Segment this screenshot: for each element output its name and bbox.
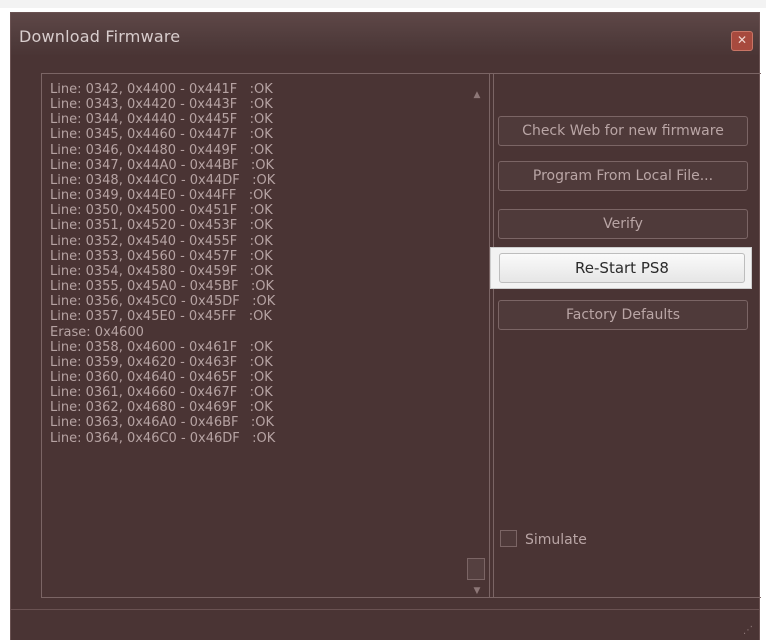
log-line: Erase: 0x4600	[50, 324, 144, 340]
close-button[interactable]: ✕	[731, 31, 753, 51]
check-web-button[interactable]: Check Web for new firmware	[498, 116, 748, 146]
program-local-file-button[interactable]: Program From Local File...	[498, 161, 748, 191]
log-line: Line: 0354, 0x4580 - 0x459F :OK	[50, 263, 273, 279]
log-line: Line: 0357, 0x45E0 - 0x45FF :OK	[50, 309, 272, 325]
simulate-label: Simulate	[525, 532, 587, 548]
title-bar: Download Firmware ✕	[11, 13, 759, 57]
log-line: Line: 0343, 0x4420 - 0x443F :OK	[50, 97, 273, 113]
log-line: Line: 0353, 0x4560 - 0x457F :OK	[50, 248, 273, 264]
log-line: Line: 0349, 0x44E0 - 0x44FF :OK	[50, 188, 272, 204]
status-bar: ⋰	[11, 609, 759, 640]
log-line: Line: 0360, 0x4640 - 0x465F :OK	[50, 369, 273, 385]
simulate-option[interactable]: Simulate	[500, 530, 587, 548]
simulate-checkbox[interactable]	[500, 530, 517, 547]
log-line: Line: 0345, 0x4460 - 0x447F :OK	[50, 127, 273, 143]
log-line: Line: 0348, 0x44C0 - 0x44DF :OK	[50, 172, 276, 188]
firmware-log-list: Line: 0342, 0x4400 - 0x441F :OK Line: 034…	[50, 82, 460, 446]
log-line: Line: 0350, 0x4500 - 0x451F :OK	[50, 203, 273, 219]
scroll-down-icon[interactable]: ▼	[471, 586, 483, 596]
log-line: Line: 0346, 0x4480 - 0x449F :OK	[50, 142, 273, 158]
log-line: Line: 0364, 0x46C0 - 0x46DF :OK	[50, 430, 276, 446]
log-line: Line: 0358, 0x4600 - 0x461F :OK	[50, 339, 273, 355]
resize-grip-icon[interactable]: ⋰	[743, 625, 753, 636]
log-line: Line: 0352, 0x4540 - 0x455F :OK	[50, 233, 273, 249]
restart-button-highlight: Re-Start PS8	[490, 247, 752, 289]
factory-defaults-button[interactable]: Factory Defaults	[498, 300, 748, 330]
log-line: Line: 0355, 0x45A0 - 0x45BF :OK	[50, 279, 275, 295]
log-line: Line: 0342, 0x4400 - 0x441F :OK	[50, 82, 273, 97]
log-line: Line: 0344, 0x4440 - 0x445F :OK	[50, 112, 273, 128]
download-firmware-dialog: Download Firmware ✕ Line: 0342, 0x4400 -…	[10, 12, 761, 640]
background-strip	[0, 0, 766, 8]
log-line: Line: 0361, 0x4660 - 0x467F :OK	[50, 385, 273, 401]
restart-ps8-button[interactable]: Re-Start PS8	[499, 253, 745, 283]
scroll-thumb[interactable]	[467, 558, 485, 580]
log-line: Line: 0362, 0x4680 - 0x469F :OK	[50, 400, 273, 416]
close-icon: ✕	[736, 33, 748, 47]
log-line: Line: 0351, 0x4520 - 0x453F :OK	[50, 218, 273, 234]
actions-panel: Check Web for new firmware Program From …	[489, 73, 761, 598]
log-line: Line: 0347, 0x44A0 - 0x44BF :OK	[50, 157, 275, 173]
firmware-log-panel[interactable]: Line: 0342, 0x4400 - 0x441F :OK Line: 034…	[41, 73, 494, 598]
log-scrollbar[interactable]: ▲ ▼	[467, 90, 487, 596]
log-line: Line: 0363, 0x46A0 - 0x46BF :OK	[50, 415, 275, 431]
scroll-up-icon[interactable]: ▲	[471, 90, 483, 100]
verify-button[interactable]: Verify	[498, 209, 748, 239]
window-title: Download Firmware	[19, 27, 181, 46]
log-line: Line: 0356, 0x45C0 - 0x45DF :OK	[50, 294, 276, 310]
log-line: Line: 0359, 0x4620 - 0x463F :OK	[50, 354, 273, 370]
